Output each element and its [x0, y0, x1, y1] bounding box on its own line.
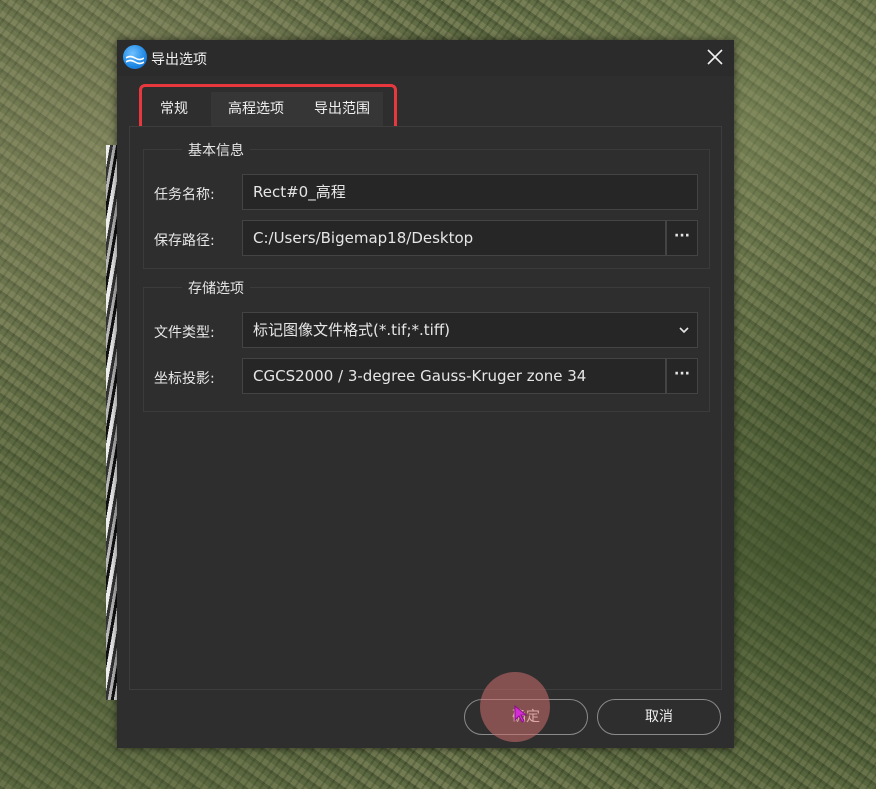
storage-options-group: 存储选项 文件类型: 标记图像文件格式(*.tif;*.tiff) 坐标投影: …	[143, 278, 710, 412]
save-path-label: 保存路径:	[154, 233, 215, 249]
save-path-input[interactable]: C:/Users/Bigemap18/Desktop	[242, 220, 666, 256]
app-logo-icon	[123, 45, 147, 69]
export-options-dialog: 导出选项 常规 高程选项 导出范围 基本信息 任务名称: Rect#0_高程 保…	[117, 40, 734, 748]
tab-elevation-options[interactable]: 高程选项	[211, 92, 301, 126]
basic-info-group: 基本信息 任务名称: Rect#0_高程 保存路径: C:/Users/Bige…	[143, 140, 710, 269]
ok-button[interactable]: 确定	[464, 699, 588, 735]
chevron-down-icon	[679, 327, 689, 334]
general-tab-panel: 基本信息 任务名称: Rect#0_高程 保存路径: C:/Users/Bige…	[129, 126, 722, 690]
file-type-select[interactable]: 标记图像文件格式(*.tif;*.tiff)	[242, 312, 698, 348]
task-name-label: 任务名称:	[154, 187, 215, 203]
storage-options-title: 存储选项	[182, 278, 250, 298]
close-icon	[707, 49, 723, 65]
task-name-input[interactable]: Rect#0_高程	[242, 174, 698, 210]
projection-label: 坐标投影:	[154, 371, 215, 387]
close-button[interactable]	[704, 46, 726, 68]
projection-input[interactable]: CGCS2000 / 3-degree Gauss-Kruger zone 34	[242, 358, 666, 394]
file-type-label: 文件类型:	[154, 325, 215, 341]
cancel-button[interactable]: 取消	[597, 699, 721, 735]
tab-export-range[interactable]: 导出范围	[301, 92, 383, 126]
file-type-value: 标记图像文件格式(*.tif;*.tiff)	[253, 321, 451, 339]
tab-general[interactable]: 常规	[141, 92, 207, 126]
browse-projection-button[interactable]: ···	[666, 358, 698, 394]
browse-path-button[interactable]: ···	[666, 220, 698, 256]
title-bar: 导出选项	[117, 40, 734, 76]
basic-info-title: 基本信息	[182, 140, 250, 160]
dialog-title: 导出选项	[151, 52, 207, 68]
